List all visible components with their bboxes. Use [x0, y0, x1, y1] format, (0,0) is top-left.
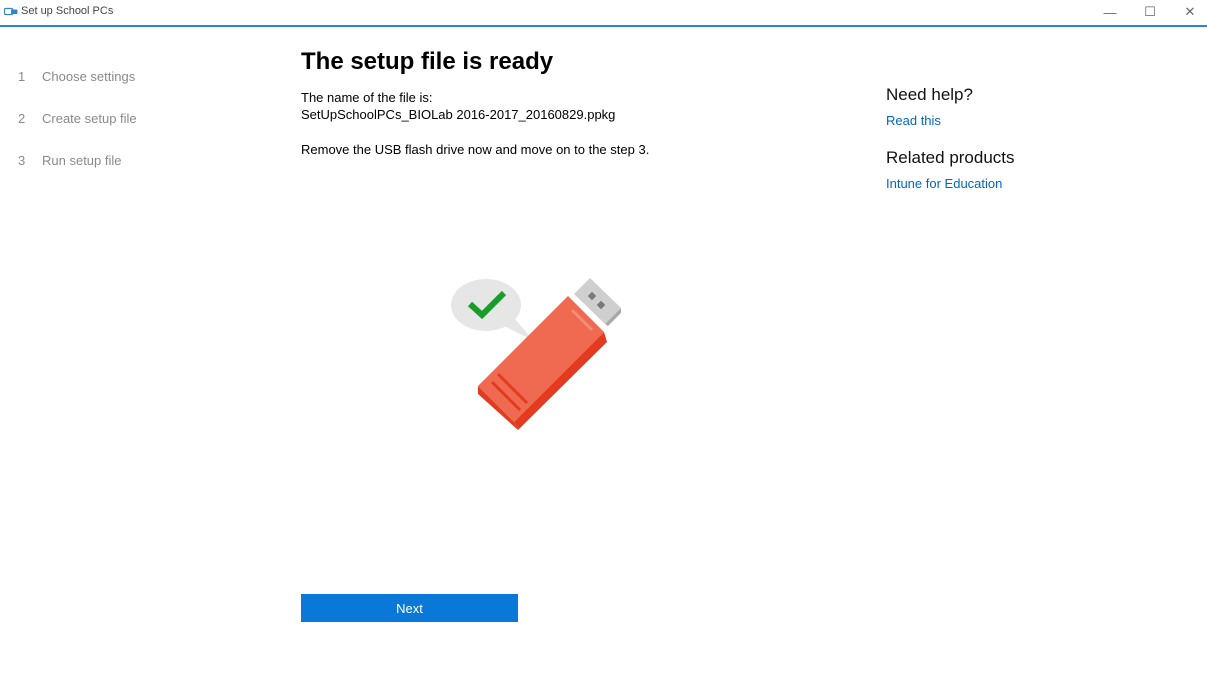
- step-choose-settings: 1 Choose settings: [18, 55, 137, 97]
- file-name-label: The name of the file is:: [301, 90, 433, 105]
- maximize-button[interactable]: ☐: [1130, 0, 1170, 24]
- steps-nav: 1 Choose settings 2 Create setup file 3 …: [18, 55, 137, 181]
- usb-drive-check-icon: [451, 278, 621, 430]
- related-products-heading: Related products: [886, 148, 1015, 167]
- step-run-setup-file: 3 Run setup file: [18, 139, 137, 181]
- next-button[interactable]: Next: [301, 594, 518, 622]
- title-bar: Set up School PCs — ☐ ✕: [0, 0, 1207, 27]
- need-help-heading: Need help?: [886, 85, 973, 104]
- step-label: Create setup file: [42, 110, 137, 126]
- read-this-link[interactable]: Read this: [886, 113, 1186, 128]
- main-content: The setup file is ready The name of the …: [301, 47, 821, 158]
- help-panel: Need help? Read this Related products In…: [886, 84, 1186, 191]
- step-label: Run setup file: [42, 152, 122, 168]
- step-number: 1: [18, 68, 26, 84]
- app-icon: [4, 7, 18, 16]
- step-number: 2: [18, 110, 26, 126]
- step-number: 3: [18, 152, 26, 168]
- step-label: Choose settings: [42, 68, 136, 84]
- speech-bubble-icon: [451, 279, 534, 341]
- instruction-text: Remove the USB flash drive now and move …: [301, 142, 650, 157]
- file-name: SetUpSchoolPCs_BIOLab 2016-2017_20160829…: [301, 107, 616, 122]
- close-button[interactable]: ✕: [1170, 0, 1207, 24]
- page-title: The setup file is ready: [301, 48, 554, 75]
- step-create-setup-file: 2 Create setup file: [18, 97, 137, 139]
- minimize-button[interactable]: —: [1090, 0, 1130, 24]
- intune-for-education-link[interactable]: Intune for Education: [886, 176, 1186, 191]
- window-title: Set up School PCs: [21, 5, 114, 17]
